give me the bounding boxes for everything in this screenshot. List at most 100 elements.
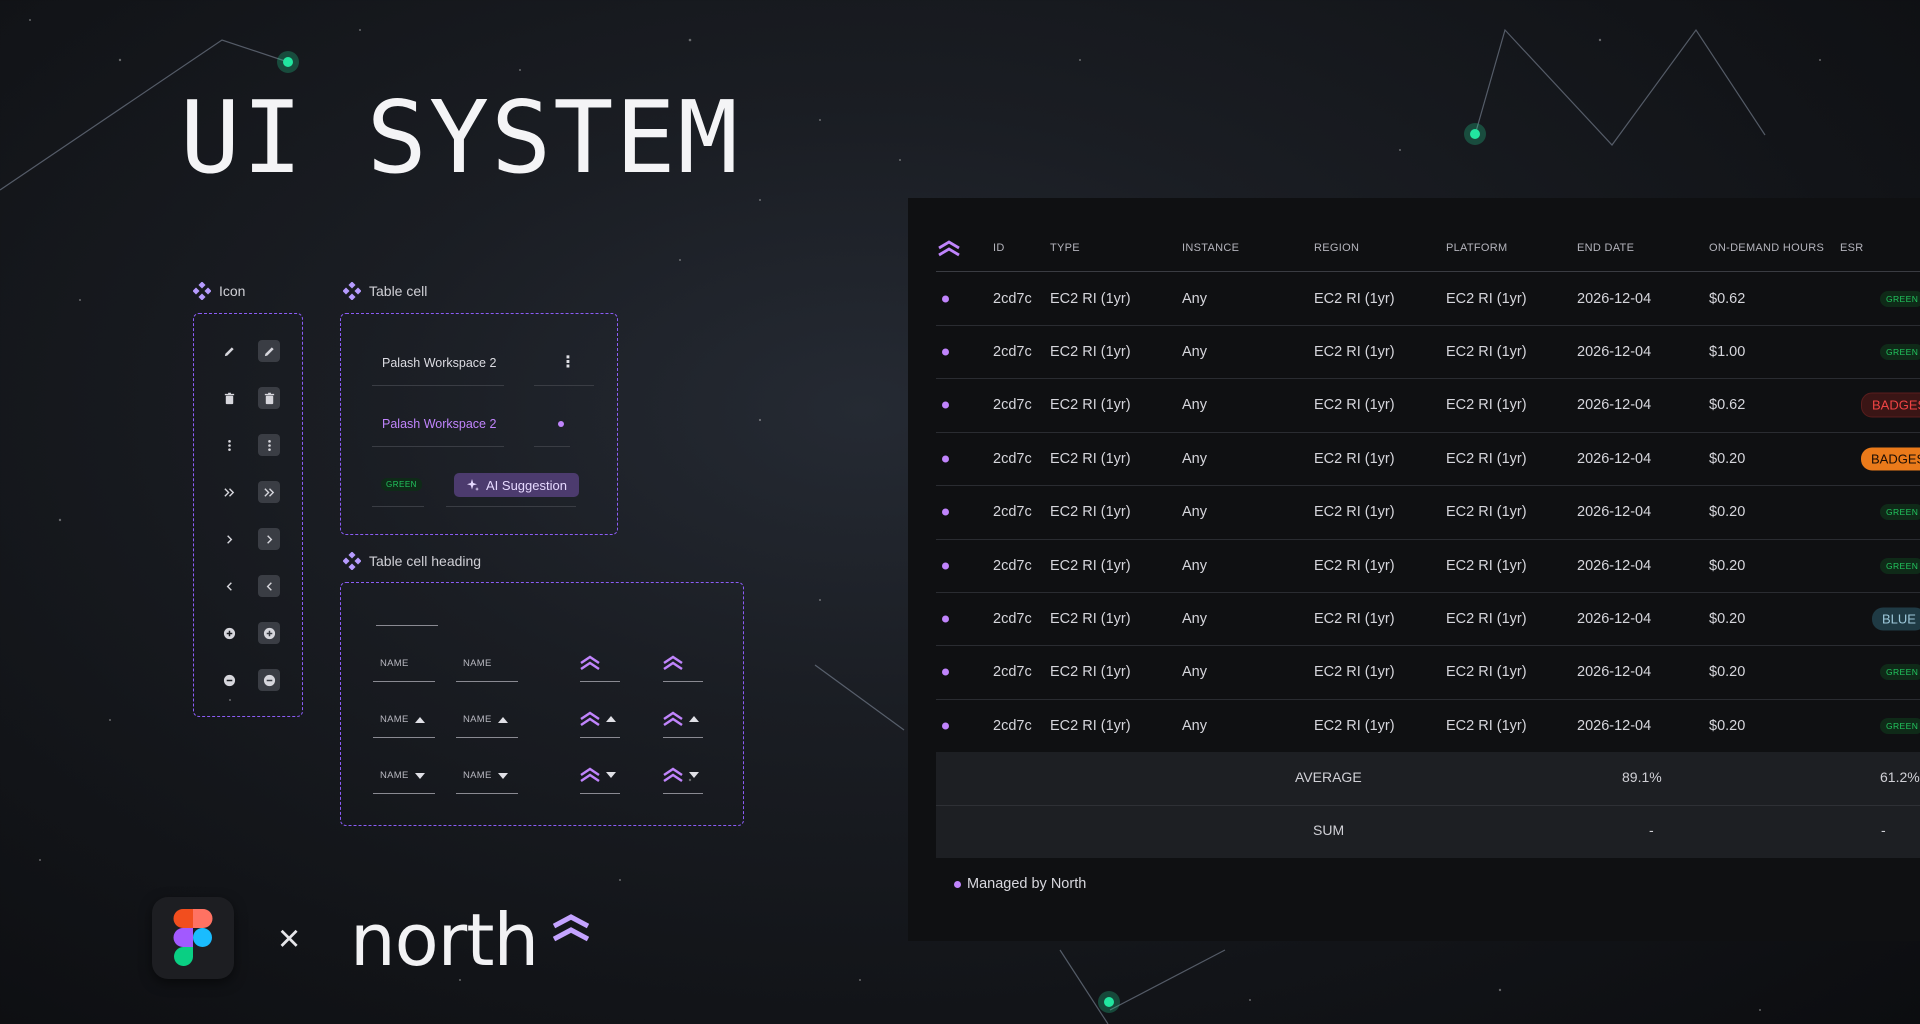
minus-circle-icon[interactable]	[218, 669, 240, 691]
kebab-icon[interactable]	[258, 434, 280, 456]
hero-title: UI SYSTEM	[180, 79, 740, 196]
sort-descending-icon	[689, 772, 699, 778]
component-diamond-icon	[193, 282, 211, 300]
north-wordmark: north	[350, 898, 539, 982]
trash-icon[interactable]	[218, 387, 240, 409]
heading-underline	[456, 737, 518, 738]
heading-name-text: NAME	[463, 770, 492, 781]
heading-name-sort-asc[interactable]: NAME	[463, 714, 508, 725]
managed-by-text: Managed by North	[967, 876, 1087, 892]
column-header-instance[interactable]: INSTANCE	[1182, 242, 1239, 254]
column-header-on-demand-hours[interactable]: ON-DEMAND HOURS	[1709, 242, 1824, 254]
table-row[interactable]: 2cd7c EC2 RI (1yr) Any EC2 RI (1yr) EC2 RI (…	[908, 699, 1920, 752]
north-chevron-icon[interactable]	[663, 655, 683, 671]
cell-platform: EC2 RI (1yr)	[1446, 450, 1527, 467]
cell-platform: EC2 RI (1yr)	[1446, 717, 1527, 734]
heading-underline	[373, 737, 435, 738]
heading-name-sort-asc[interactable]: NAME	[380, 714, 425, 725]
minus-circle-icon[interactable]	[258, 669, 280, 691]
plus-circle-icon[interactable]	[258, 622, 280, 644]
summary-section: AVERAGE 89.1% 61.2% SUM - -	[936, 752, 1920, 858]
north-chevron-icon[interactable]	[938, 239, 960, 257]
row-status-dot	[942, 401, 949, 409]
double-chevron-right-icon[interactable]	[218, 481, 240, 503]
trash-icon[interactable]	[258, 387, 280, 409]
summary-sum-hours: -	[1649, 822, 1654, 838]
cell-region: EC2 RI (1yr)	[1314, 290, 1395, 307]
esr-badge: GREEN	[1880, 290, 1920, 307]
cell-id: 2cd7c	[993, 610, 1032, 627]
chevron-left-icon[interactable]	[218, 575, 240, 597]
cell-platform: EC2 RI (1yr)	[1446, 610, 1527, 627]
column-header-id[interactable]: ID	[993, 242, 1005, 254]
heading-chevron-sort-asc[interactable]	[580, 711, 616, 727]
chevron-right-icon[interactable]	[218, 528, 240, 550]
cell-end-date: 2026-12-04	[1577, 664, 1652, 681]
plus-circle-icon[interactable]	[218, 622, 240, 644]
heading-name-sort-desc[interactable]: NAME	[380, 770, 425, 781]
cell-id: 2cd7c	[993, 343, 1032, 360]
cell-instance: Any	[1182, 290, 1207, 307]
summary-sum-esr: -	[1881, 822, 1886, 838]
cell-instance: Any	[1182, 717, 1207, 734]
kebab-icon[interactable]	[218, 434, 240, 456]
pencil-icon[interactable]	[258, 340, 280, 362]
table-row[interactable]: 2cd7c EC2 RI (1yr) Any EC2 RI (1yr) EC2 RI (…	[908, 646, 1920, 699]
table-row[interactable]: 2cd7c EC2 RI (1yr) Any EC2 RI (1yr) EC2 RI (…	[908, 432, 1920, 485]
icon-row-plus	[218, 622, 280, 644]
table-row[interactable]: 2cd7c EC2 RI (1yr) Any EC2 RI (1yr) EC2 RI (…	[908, 539, 1920, 592]
heading-name[interactable]: NAME	[463, 658, 492, 669]
chevron-right-icon[interactable]	[258, 528, 280, 550]
esr-badge: BADGES	[1861, 392, 1920, 418]
table-row[interactable]: 2cd7c EC2 RI (1yr) Any EC2 RI (1yr) EC2 RI (…	[908, 486, 1920, 539]
heading-name[interactable]: NAME	[380, 658, 409, 669]
table-row[interactable]: 2cd7c EC2 RI (1yr) Any EC2 RI (1yr) EC2 RI (…	[908, 592, 1920, 645]
cell-type: EC2 RI (1yr)	[1050, 343, 1131, 360]
table-row[interactable]: 2cd7c EC2 RI (1yr) Any EC2 RI (1yr) EC2 RI (…	[908, 325, 1920, 378]
heading-chevron-sort-asc[interactable]	[663, 711, 699, 727]
column-header-type[interactable]: TYPE	[1050, 242, 1080, 254]
component-diamond-icon	[343, 552, 361, 570]
cell-hours: $0.20	[1709, 504, 1746, 521]
cell-end-date: 2026-12-04	[1577, 397, 1652, 414]
cell-hours: $0.62	[1709, 290, 1746, 307]
heading-chevron-sort-desc[interactable]	[580, 767, 616, 783]
cell-platform: EC2 RI (1yr)	[1446, 504, 1527, 521]
north-chevron-icon	[580, 711, 600, 727]
heading-underline	[373, 681, 435, 682]
cell-type: EC2 RI (1yr)	[1050, 397, 1131, 414]
row-status-dot	[942, 668, 949, 676]
kebab-icon[interactable]: ⋮	[560, 352, 576, 372]
sort-ascending-icon	[497, 716, 508, 723]
ai-suggestion-button[interactable]: AI Suggestion	[454, 473, 579, 497]
heading-chevron-sort-desc[interactable]	[663, 767, 699, 783]
table-row[interactable]: 2cd7c EC2 RI (1yr) Any EC2 RI (1yr) EC2 RI (…	[908, 272, 1920, 325]
icon-row-chevron-left	[218, 575, 280, 597]
table-cell-workspace[interactable]: Palash Workspace 2	[382, 356, 496, 370]
cell-id: 2cd7c	[993, 717, 1032, 734]
heading-name-sort-desc[interactable]: NAME	[463, 770, 508, 781]
double-chevron-right-icon[interactable]	[258, 481, 280, 503]
section-label-table-cell-heading: Table cell heading	[343, 552, 481, 570]
column-header-end-date[interactable]: END DATE	[1577, 242, 1634, 254]
table-cell-workspace-active[interactable]: Palash Workspace 2	[382, 417, 496, 431]
cell-divider	[372, 446, 504, 447]
cell-instance: Any	[1182, 504, 1207, 521]
status-dot	[558, 421, 564, 427]
table-row[interactable]: 2cd7c EC2 RI (1yr) Any EC2 RI (1yr) EC2 RI (…	[908, 379, 1920, 432]
column-header-platform[interactable]: PLATFORM	[1446, 242, 1507, 254]
north-chevron-icon[interactable]	[580, 655, 600, 671]
cell-end-date: 2026-12-04	[1577, 504, 1652, 521]
pencil-icon[interactable]	[218, 340, 240, 362]
heading-underline	[373, 793, 435, 794]
row-status-dot	[942, 722, 949, 730]
summary-divider	[936, 805, 1920, 806]
chevron-left-icon[interactable]	[258, 575, 280, 597]
icon-row-pencil	[218, 340, 280, 362]
column-header-esr[interactable]: ESR	[1840, 242, 1864, 254]
cell-instance: Any	[1182, 343, 1207, 360]
column-header-region[interactable]: REGION	[1314, 242, 1359, 254]
cell-instance: Any	[1182, 450, 1207, 467]
icon-row-chevron-right	[218, 528, 280, 550]
esr-badge: GREEN	[1880, 504, 1920, 521]
